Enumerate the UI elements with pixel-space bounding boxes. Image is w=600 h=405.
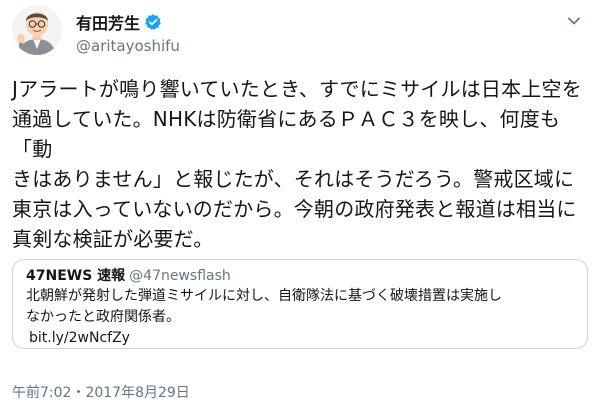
tweet-card: 有田芳生 @aritayoshifu Jアラートが鳴り響いていたとき、すでにミサ… <box>0 0 600 405</box>
avatar[interactable] <box>12 5 62 55</box>
tweet-text-line: きはありません」と報じたが、それはそうだろう。警戒区域に <box>12 167 575 191</box>
author-handle[interactable]: @aritayoshifu <box>76 37 180 55</box>
tweet-text-line: 通過していた。NHKは防衛省にあるＰＡＣ３を映し、何度も「動 <box>12 107 561 161</box>
tweet-text-line: Jアラートが鳴り響いていたとき、すでにミサイルは日本上空を <box>12 77 582 101</box>
quoted-tweet-link[interactable]: bit.ly/2wNcfZy <box>29 329 130 347</box>
tweet-header: 有田芳生 @aritayoshifu <box>12 5 588 63</box>
chevron-down-icon[interactable] <box>564 11 584 31</box>
author-names: 有田芳生 @aritayoshifu <box>76 11 180 55</box>
quoted-author-name: 47NEWS 速報 <box>26 268 126 284</box>
quoted-tweet-header: 47NEWS 速報 @47newsflash <box>26 267 231 285</box>
tweet-text-line: 東京は入っていないのだから。今朝の政府発表と報道は相当に <box>12 197 577 221</box>
cartoon-avatar-icon <box>12 5 62 55</box>
display-name-row: 有田芳生 <box>76 11 180 33</box>
verified-badge-icon <box>144 13 162 31</box>
tweet-text-line: 真剣な検証が必要だ。 <box>12 227 214 251</box>
quoted-text-line: なかったと政府関係者。 <box>26 309 180 325</box>
display-name[interactable]: 有田芳生 <box>76 10 140 34</box>
quoted-text-line: 北朝鮮が発射した弾道ミサイルに対し、自衛隊法に基づく破壊措置は実施し <box>26 288 502 304</box>
quoted-tweet-text: 北朝鮮が発射した弾道ミサイルに対し、自衛隊法に基づく破壊措置は実施し なかったと… <box>26 286 574 328</box>
quoted-tweet[interactable]: 47NEWS 速報 @47newsflash 北朝鮮が発射した弾道ミサイルに対し、… <box>12 259 588 349</box>
quoted-author-handle: @47newsflash <box>129 268 231 284</box>
tweet-text: Jアラートが鳴り響いていたとき、すでにミサイルは日本上空を 通過していた。NHK… <box>12 74 588 254</box>
tweet-timestamp[interactable]: 午前7:02・2017年8月29日 <box>12 382 190 402</box>
